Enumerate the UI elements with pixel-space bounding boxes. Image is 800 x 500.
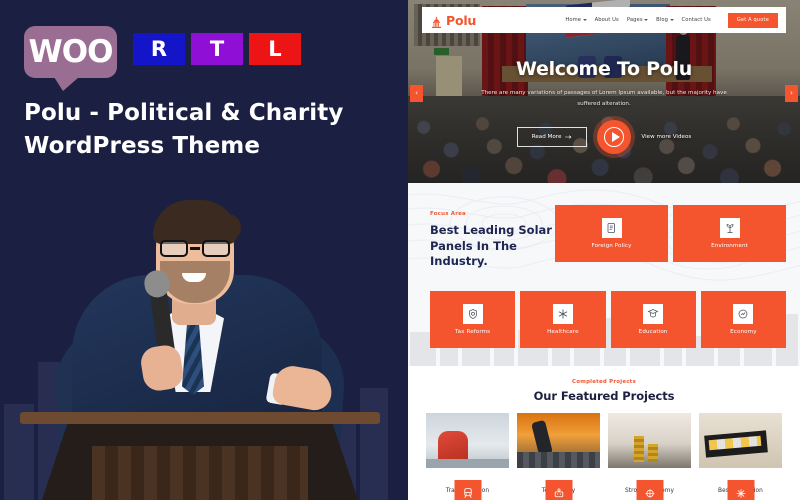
focus-card-environment[interactable]: Environment	[673, 205, 786, 262]
focus-card-economy[interactable]: Economy	[700, 291, 786, 348]
capitol-building-icon	[430, 14, 443, 28]
nav-item-blog[interactable]: Blog	[656, 17, 674, 23]
transport-icon	[454, 480, 481, 500]
nav-item-about-us-label: About Us	[594, 17, 619, 23]
focus-area-section: Focus Area Best Leading Solar Panels In …	[408, 183, 800, 366]
nav-item-about-us[interactable]: About Us	[595, 17, 619, 23]
chevron-down-icon	[669, 19, 674, 21]
focus-card-education-label: Education	[638, 329, 668, 335]
site-brand-name: Polu	[446, 12, 477, 28]
projects-grid: Transportation Technology Strong Economy	[408, 403, 800, 500]
graduation-book-icon	[643, 304, 664, 324]
focus-text-block: Focus Area Best Leading Solar Panels In …	[430, 205, 555, 270]
badge-row: WOO R T L	[24, 26, 301, 91]
woocommerce-badge-label: WOO	[28, 33, 114, 70]
get-a-quote-button[interactable]: Get A quote	[727, 12, 778, 28]
eyeglasses-icon	[160, 240, 230, 257]
chevron-down-icon	[582, 19, 587, 21]
focus-cards-top: Foreign Policy Environment	[555, 205, 786, 270]
rtl-badge-t: T	[191, 33, 243, 65]
site-navbar: Polu Home About Us Pages Blog Contact Us…	[422, 7, 786, 33]
screenshot-root: WOO R T L Polu - Political & Charity Wor…	[0, 0, 800, 500]
focus-card-healthcare[interactable]: Healthcare	[520, 291, 606, 348]
focus-card-foreign-policy-label: Foreign Policy	[591, 243, 632, 249]
project-card-transportation[interactable]: Transportation	[426, 413, 509, 500]
economy-growth-icon	[733, 304, 754, 324]
project-image-best-education	[699, 413, 782, 468]
arrow-right-icon	[565, 135, 572, 139]
focus-eyebrow: Focus Area	[430, 211, 466, 217]
projects-heading: Our Featured Projects	[533, 389, 675, 403]
project-card-technology[interactable]: Technology	[517, 413, 600, 500]
focus-cards-bottom: Tax Reforms Healthcare Education Economy	[430, 291, 786, 348]
rtl-badge-group: R T L	[133, 33, 301, 65]
hero-prev-arrow[interactable]: ‹	[410, 85, 423, 102]
policy-document-icon	[601, 218, 622, 238]
podium	[20, 412, 380, 500]
nav-links: Home About Us Pages Blog Contact Us Get …	[565, 12, 778, 28]
rtl-badge-r: R	[133, 33, 185, 65]
technology-icon	[545, 480, 572, 500]
economy-icon	[636, 480, 663, 500]
hero-subtitle: There are many variations of passages of…	[481, 90, 727, 107]
promo-panel: WOO R T L Polu - Political & Charity Wor…	[0, 0, 408, 500]
nav-item-contact-us-label: Contact Us	[681, 17, 711, 23]
focus-card-healthcare-label: Healthcare	[547, 329, 579, 335]
hero-next-arrow[interactable]: ›	[785, 85, 798, 102]
focus-card-economy-label: Economy	[730, 329, 757, 335]
view-more-videos-label: View more Videos	[641, 133, 692, 140]
education-icon	[727, 480, 754, 500]
nav-item-home[interactable]: Home	[565, 17, 587, 23]
woocommerce-badge: WOO	[24, 26, 117, 91]
speaker-figure	[20, 155, 380, 500]
play-video-button[interactable]	[597, 119, 632, 154]
site-logo[interactable]: Polu	[430, 13, 476, 28]
project-card-strong-economy[interactable]: Strong Economy	[608, 413, 691, 500]
read-more-label: Read More	[531, 133, 562, 140]
hero-copy: Welcome To Polu There are many variation…	[408, 58, 800, 154]
focus-card-tax-reforms-label: Tax Reforms	[455, 329, 491, 335]
projects-eyebrow: Completed Projects	[572, 379, 636, 385]
medical-star-icon	[552, 304, 573, 324]
project-image-transportation	[426, 413, 509, 468]
rtl-badge-l: L	[249, 33, 301, 65]
shield-tax-icon	[462, 304, 483, 324]
promo-title: Polu - Political & Charity WordPress The…	[24, 100, 344, 159]
hero-actions: Read More View more Videos	[408, 119, 800, 154]
focus-card-foreign-policy[interactable]: Foreign Policy	[555, 205, 668, 262]
project-card-best-education[interactable]: Best Education	[699, 413, 782, 500]
nav-item-pages[interactable]: Pages	[626, 17, 649, 23]
project-image-technology	[517, 413, 600, 468]
read-more-button[interactable]: Read More	[516, 126, 588, 147]
focus-heading: Best Leading Solar Panels In The Industr…	[430, 223, 552, 269]
nav-item-blog-label: Blog	[656, 17, 668, 23]
chevron-down-icon	[644, 19, 649, 21]
focus-card-tax-reforms[interactable]: Tax Reforms	[430, 291, 516, 348]
featured-projects-section: Completed Projects Our Featured Projects…	[408, 366, 800, 500]
site-preview: Polu Home About Us Pages Blog Contact Us…	[408, 0, 800, 500]
hero-title: Welcome To Polu	[516, 58, 692, 80]
nav-item-pages-label: Pages	[626, 17, 643, 23]
nav-item-home-label: Home	[565, 17, 582, 23]
nav-item-contact-us[interactable]: Contact Us	[682, 17, 711, 23]
project-image-strong-economy	[608, 413, 691, 468]
plant-environment-icon	[719, 218, 740, 238]
play-icon	[612, 131, 621, 142]
focus-card-education[interactable]: Education	[610, 291, 696, 348]
hero-section: Polu Home About Us Pages Blog Contact Us…	[408, 0, 800, 183]
focus-card-environment-label: Environment	[711, 243, 748, 249]
